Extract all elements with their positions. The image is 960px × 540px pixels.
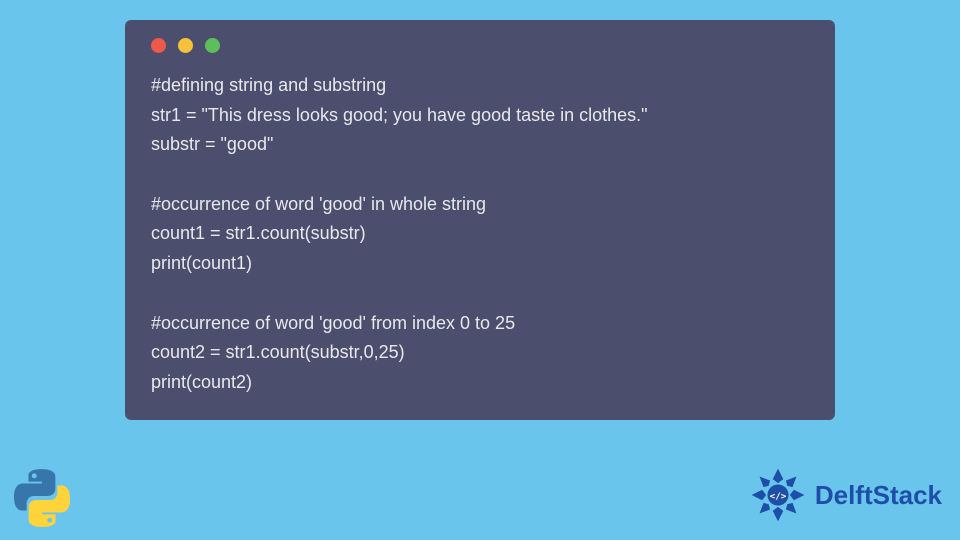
window-controls [151,38,809,53]
maximize-dot-icon [205,38,220,53]
python-logo-icon [12,468,72,528]
code-window: #defining string and substring str1 = "T… [125,20,835,420]
delftstack-logo: </> DelftStack [745,462,942,528]
minimize-dot-icon [178,38,193,53]
svg-text:</>: </> [770,491,787,502]
mandala-icon: </> [745,462,811,528]
code-content: #defining string and substring str1 = "T… [151,71,809,398]
brand-name: DelftStack [815,480,942,511]
close-dot-icon [151,38,166,53]
